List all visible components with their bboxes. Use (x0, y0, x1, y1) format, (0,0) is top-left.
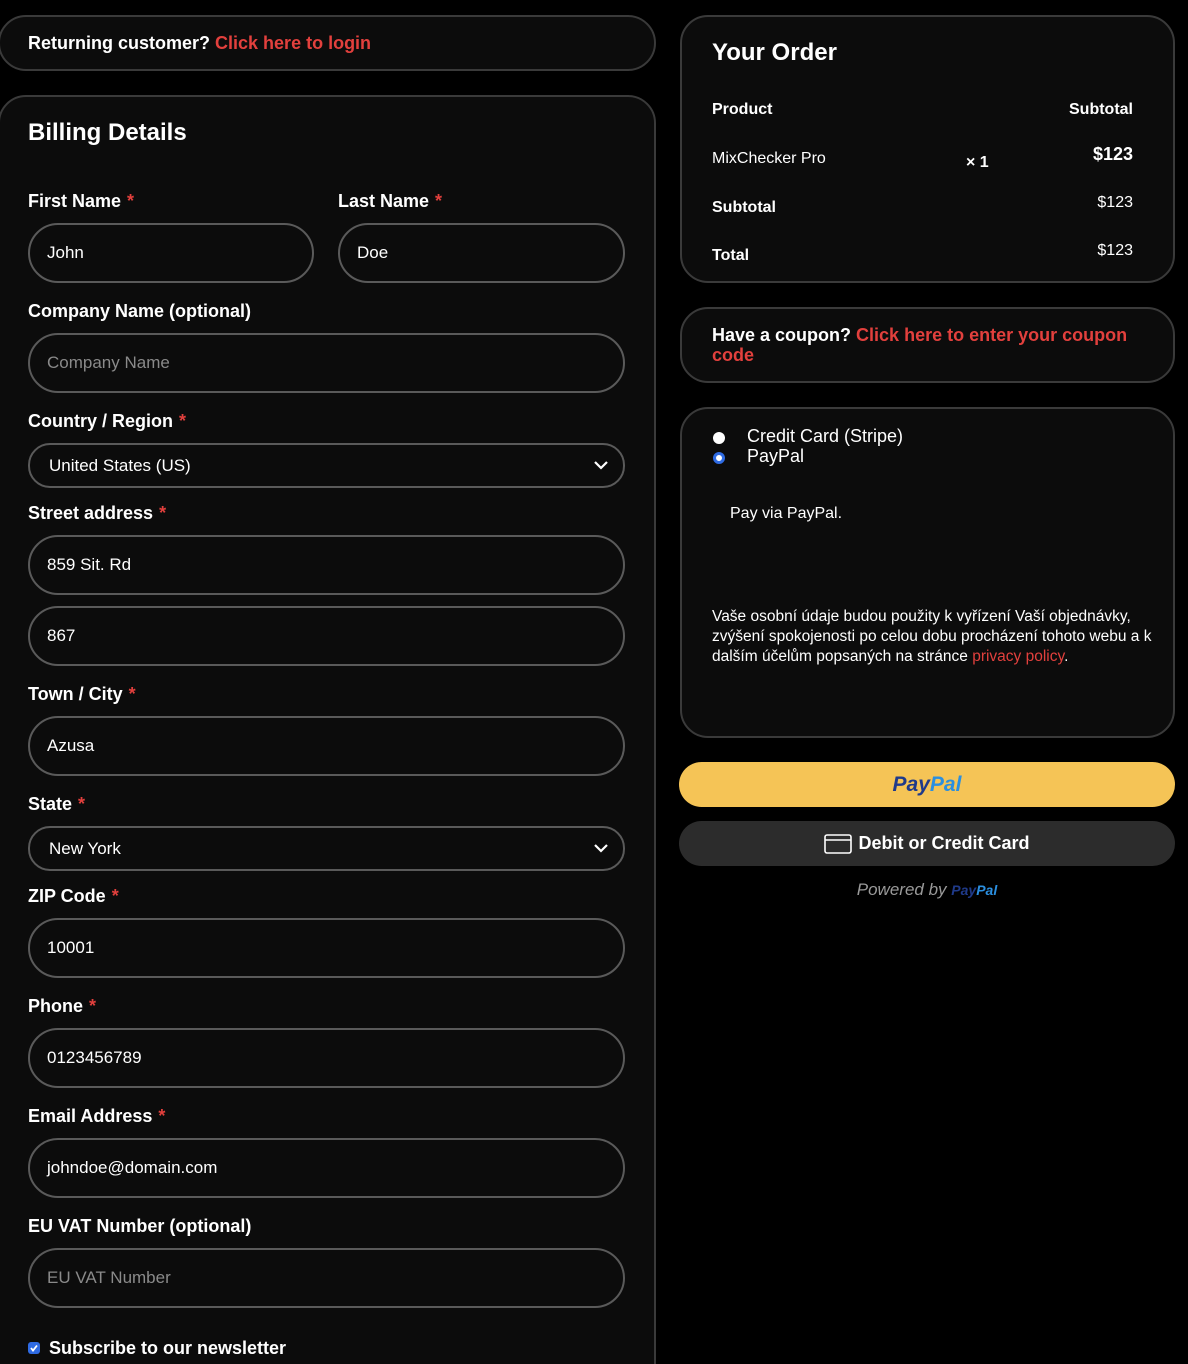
check-icon (30, 1344, 38, 1352)
coupon-prompt: Have a coupon? (712, 325, 852, 345)
newsletter-label[interactable]: Subscribe to our newsletter (49, 1338, 286, 1359)
city-label: Town / City * (28, 684, 136, 704)
company-name-field[interactable]: Company Name (28, 333, 625, 393)
city-field[interactable]: Azusa (28, 716, 625, 776)
subtotal-label: Subtotal (712, 199, 776, 216)
coupon-text: Have a coupon? Click here to enter your … (712, 325, 1152, 365)
debit-credit-card-button[interactable]: Debit or Credit Card (679, 821, 1175, 866)
chevron-down-icon (594, 461, 608, 470)
returning-customer-prompt: Returning customer? (28, 33, 211, 53)
order-title: Your Order (712, 39, 837, 66)
first-name-field[interactable]: John (28, 223, 314, 283)
payment-methods-panel: Credit Card (Stripe) PayPal Pay via PayP… (680, 407, 1175, 738)
credit-card-icon (824, 833, 853, 854)
order-item-quantity: × 1 (966, 154, 989, 171)
email-label: Email Address * (28, 1106, 166, 1126)
street-label: Street address * (28, 503, 167, 523)
phone-field[interactable]: 0123456789 (28, 1028, 625, 1088)
login-link[interactable]: Click here to login (215, 33, 371, 53)
vat-number-field[interactable]: EU VAT Number (28, 1248, 625, 1308)
returning-customer-notice: Returning customer? Click here to login (0, 15, 656, 71)
paypal-button[interactable]: Pay Pal (679, 762, 1175, 807)
vat-label: EU VAT Number (optional) (28, 1216, 252, 1236)
phone-label: Phone * (28, 996, 97, 1016)
returning-customer-text: Returning customer? Click here to login (28, 33, 371, 54)
subtotal-column-header: Subtotal (1069, 101, 1133, 118)
chevron-down-icon (594, 844, 608, 853)
zip-label: ZIP Code * (28, 886, 119, 906)
privacy-policy-link[interactable]: privacy policy (972, 648, 1064, 665)
street-address-line2[interactable]: 867 (28, 606, 625, 666)
product-column-header: Product (712, 101, 773, 118)
company-label: Company Name (optional) (28, 301, 252, 321)
country-label: Country / Region * (28, 411, 187, 431)
paypal-radio[interactable] (713, 452, 725, 464)
subtotal-value: $123 (1097, 194, 1133, 211)
total-value: $123 (1097, 242, 1133, 259)
billing-title: Billing Details (28, 119, 187, 146)
stripe-radio[interactable] (713, 432, 725, 444)
total-label: Total (712, 247, 750, 264)
stripe-option-label[interactable]: Credit Card (Stripe) (747, 426, 903, 447)
order-summary-panel: Your Order Product Subtotal MixChecker P… (680, 15, 1175, 283)
privacy-notice: Vaše osobní údaje budou použity k vyříze… (712, 608, 1152, 665)
first-name-label: First Name * (28, 191, 135, 211)
powered-by-paypal: Powered by PayPal (856, 880, 998, 899)
paypal-description: Pay via PayPal. (730, 505, 843, 522)
country-select[interactable]: United States (US) (28, 443, 625, 488)
coupon-notice: Have a coupon? Click here to enter your … (680, 307, 1175, 383)
state-label: State * (28, 794, 86, 814)
billing-details-panel: Billing Details First Name * John Last Na… (0, 95, 656, 1364)
street-address-line1[interactable]: 859 Sit. Rd (28, 535, 625, 595)
email-field[interactable]: johndoe@domain.com (28, 1138, 625, 1198)
last-name-label: Last Name * (338, 191, 443, 211)
newsletter-checkbox[interactable] (28, 1342, 40, 1354)
order-item-name: MixChecker Pro (712, 150, 826, 167)
last-name-field[interactable]: Doe (338, 223, 625, 283)
order-item-price: $123 (1092, 144, 1133, 164)
zip-field[interactable]: 10001 (28, 918, 625, 978)
state-select[interactable]: New York (28, 826, 625, 871)
paypal-option-label[interactable]: PayPal (747, 446, 804, 467)
